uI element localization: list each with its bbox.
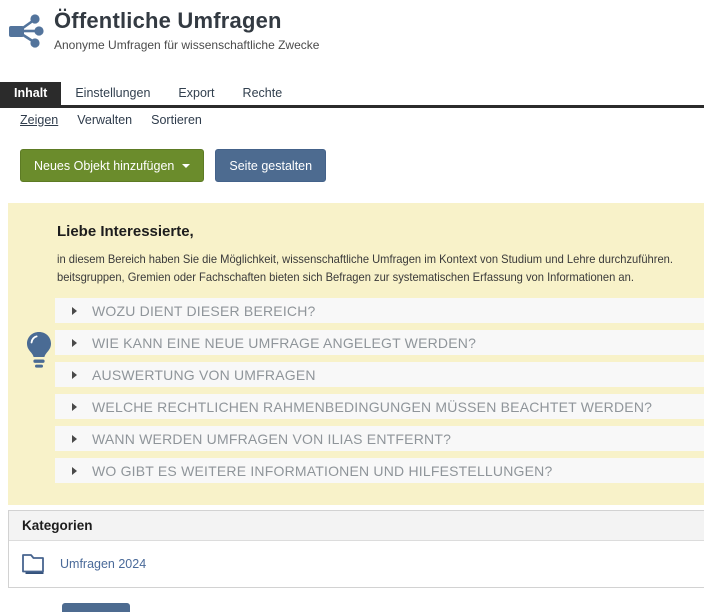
categories-header: Kategorien [9, 511, 704, 541]
tab-bar: Inhalt Einstellungen Export Rechte [0, 82, 704, 108]
categories-panel: Kategorien Umfragen 2024 [8, 510, 704, 588]
toolbar: Neues Objekt hinzufügen Seite gestalten [20, 149, 326, 182]
info-paragraph-line1: in diesem Bereich haben Sie die Möglichk… [57, 251, 673, 269]
triangle-right-icon [72, 307, 77, 315]
accordion-item-rahmenbedingungen[interactable]: WELCHE RECHTLICHEN RAHMENBEDINGUNGEN MÜS… [55, 394, 704, 419]
accordion-item-entfernt[interactable]: WANN WERDEN UMFRAGEN VON ILIAS ENTFERNT? [55, 426, 704, 451]
accordion-item-neue-umfrage[interactable]: WIE KANN EINE NEUE UMFRAGE ANGELEGT WERD… [55, 330, 704, 355]
add-object-button-label: Neues Objekt hinzufügen [34, 159, 174, 173]
triangle-right-icon [72, 371, 77, 379]
info-heading: Liebe Interessierte, [57, 223, 194, 240]
page-title: Öffentliche Umfragen [54, 8, 319, 34]
tab-einstellungen[interactable]: Einstellungen [61, 82, 164, 105]
triangle-right-icon [72, 435, 77, 443]
category-row: Umfragen 2024 [9, 541, 704, 586]
subtab-verwalten[interactable]: Verwalten [77, 113, 132, 127]
triangle-right-icon [72, 467, 77, 475]
page-subtitle: Anonyme Umfragen für wissenschaftliche Z… [54, 38, 319, 52]
faq-accordion: WOZU DIENT DIESER BEREICH? WIE KANN EINE… [55, 298, 704, 490]
add-object-button[interactable]: Neues Objekt hinzufügen [20, 149, 204, 182]
subtab-bar: Zeigen Verwalten Sortieren [20, 113, 202, 127]
accordion-item-bereich[interactable]: WOZU DIENT DIESER BEREICH? [55, 298, 704, 323]
share-icon [6, 11, 46, 51]
triangle-right-icon [72, 339, 77, 347]
info-paragraph: in diesem Bereich haben Sie die Möglichk… [57, 251, 704, 286]
folder-icon[interactable] [21, 550, 48, 577]
accordion-item-informationen[interactable]: WO GIBT ES WEITERE INFORMATIONEN UND HIL… [55, 458, 704, 483]
design-page-button-label: Seite gestalten [229, 159, 312, 173]
caret-down-icon [182, 164, 190, 168]
subtab-zeigen[interactable]: Zeigen [20, 113, 58, 127]
info-paragraph-line2: beitsgruppen, Gremien oder Fachschaften … [57, 269, 673, 287]
tab-rechte[interactable]: Rechte [229, 82, 297, 105]
tab-inhalt[interactable]: Inhalt [0, 82, 61, 105]
lightbulb-icon [25, 331, 53, 373]
tab-export[interactable]: Export [164, 82, 228, 105]
accordion-item-auswertung[interactable]: AUSWERTUNG VON UMFRAGEN [55, 362, 704, 387]
triangle-right-icon [72, 403, 77, 411]
page-header: Öffentliche Umfragen Anonyme Umfragen fü… [6, 8, 319, 52]
info-panel: Liebe Interessierte, in diesem Bereich h… [8, 203, 704, 505]
page: Öffentliche Umfragen Anonyme Umfragen fü… [0, 0, 704, 612]
subtab-sortieren[interactable]: Sortieren [151, 113, 202, 127]
category-link[interactable]: Umfragen 2024 [60, 557, 146, 571]
design-page-button[interactable]: Seite gestalten [215, 149, 326, 182]
page-bottom-button[interactable] [62, 603, 130, 612]
